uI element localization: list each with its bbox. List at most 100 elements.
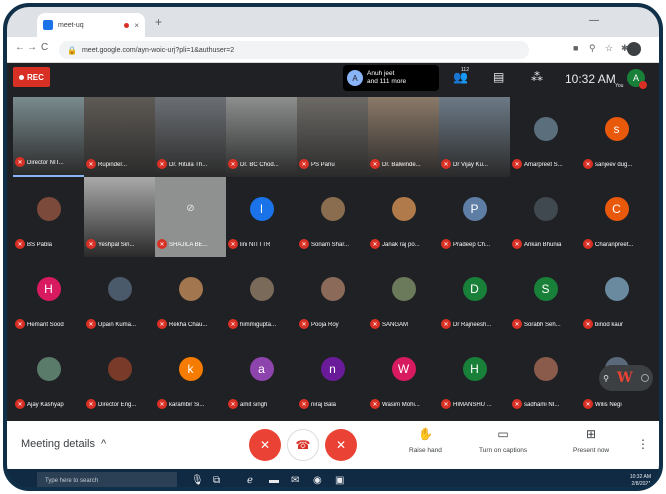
- participant-tile[interactable]: ✕ Yeshpal Sin...: [84, 177, 155, 257]
- participant-tile[interactable]: ⊘ ✕ SHAJILA BE...: [155, 177, 226, 257]
- chat-icon[interactable]: ▤: [493, 70, 504, 84]
- participant-avatar: [320, 277, 345, 301]
- activities-icon[interactable]: ⁂: [531, 70, 543, 84]
- participant-avatar: [36, 197, 61, 221]
- tray-date: 2/8/2021: [631, 481, 651, 487]
- participant-avatar: k: [178, 357, 203, 381]
- participant-tile[interactable]: ✕ Dr. BC Chod...: [226, 97, 297, 177]
- leave-call-button[interactable]: ☎: [287, 429, 319, 461]
- captions-button[interactable]: ▭ Turn on captions: [479, 427, 527, 454]
- participant-avatar: [533, 197, 558, 221]
- participant-tile[interactable]: ✕ Dr Vijay Ku...: [439, 97, 510, 177]
- more-options-button[interactable]: ⋮: [637, 437, 649, 451]
- participant-name: himmigupta...: [240, 322, 277, 328]
- participant-name: Janak raj po...: [382, 242, 420, 248]
- participant-tile[interactable]: ✕ Amarpreet S...: [510, 97, 581, 177]
- self-preview[interactable]: ⚲ W: [599, 365, 653, 391]
- system-tray[interactable]: 10:32 AM 2/8/2021: [630, 474, 651, 487]
- mic-icon[interactable]: 🎙: [191, 475, 204, 486]
- app-icon[interactable]: ▣: [335, 475, 344, 486]
- participant-tile[interactable]: ✕ Rupinder...: [84, 97, 155, 177]
- forward-button[interactable]: →: [27, 42, 37, 53]
- participant-name: SANGAM: [382, 322, 409, 328]
- participant-tile[interactable]: C ✕ Charanpreet...: [581, 177, 652, 257]
- participant-tile[interactable]: l ✕ lini NITTTR: [226, 177, 297, 257]
- file-explorer-icon[interactable]: ▬: [269, 475, 279, 486]
- muted-icon: ✕: [441, 319, 451, 329]
- participant-tile[interactable]: ✕ Ajay Kashyap: [13, 337, 84, 417]
- camera-toggle-button[interactable]: ✕: [325, 429, 357, 461]
- mail-icon[interactable]: ✉: [291, 475, 299, 486]
- captions-icon: ▭: [497, 427, 509, 441]
- participant-tile[interactable]: W ✕ Wasim Mohi...: [368, 337, 439, 417]
- hand-icon: ✋: [417, 427, 433, 441]
- edge-icon[interactable]: ℯ: [247, 475, 253, 486]
- participant-tile[interactable]: s ✕ sanjeev dug...: [581, 97, 652, 177]
- participant-avatar: [36, 357, 61, 381]
- chrome-icon[interactable]: ◉: [313, 475, 322, 486]
- participant-tile[interactable]: ✕ Ankan Bhunia: [510, 177, 581, 257]
- more-options-icon[interactable]: [640, 374, 649, 382]
- participant-tile[interactable]: k ✕ karambir Si...: [155, 337, 226, 417]
- minimize-button[interactable]: —: [589, 15, 599, 26]
- participant-tile[interactable]: P ✕ Pradeep Ch...: [439, 177, 510, 257]
- task-view-icon[interactable]: ⧉: [213, 475, 220, 486]
- participant-tile[interactable]: ✕ Sonam Shar...: [297, 177, 368, 257]
- participant-avatar: P: [462, 197, 487, 221]
- profile-avatar[interactable]: [627, 42, 641, 56]
- camera-indicator-icon[interactable]: ■: [573, 43, 578, 53]
- meeting-details-button[interactable]: Meeting details ^: [21, 438, 106, 450]
- participant-tile[interactable]: ✕ Dr. Ritula Th...: [155, 97, 226, 177]
- participant-tile[interactable]: ✕ binod kaur: [581, 257, 652, 337]
- raise-hand-button[interactable]: ✋ Raise hand: [409, 427, 442, 454]
- zoom-icon[interactable]: ⚲: [589, 43, 596, 54]
- present-now-button[interactable]: ⊞ Present now: [573, 427, 609, 454]
- taskbar-search-field[interactable]: Type here to search: [37, 472, 177, 487]
- participant-tile[interactable]: ✕ BS Pabla: [13, 177, 84, 257]
- participant-avatar: [178, 277, 203, 301]
- browser-tab[interactable]: meet-uq ×: [37, 13, 145, 37]
- participant-tile[interactable]: H ✕ Hemant Sood: [13, 257, 84, 337]
- participant-tile[interactable]: ✕ Pooja Roy: [297, 257, 368, 337]
- recording-dot-icon: [124, 22, 130, 28]
- pin-icon[interactable]: ⚲: [603, 374, 609, 383]
- back-button[interactable]: ←: [15, 42, 25, 53]
- tab-close-icon[interactable]: ×: [134, 21, 139, 30]
- muted-icon: ✕: [512, 399, 522, 409]
- participant-tile[interactable]: H ✕ HIMANSHU ...: [439, 337, 510, 417]
- participant-tile[interactable]: ✕ Upain Kuma...: [84, 257, 155, 337]
- participant-tile[interactable]: a ✕ amit singh: [226, 337, 297, 417]
- participant-tile[interactable]: ✕ Director NIT...: [13, 97, 84, 177]
- participant-tile[interactable]: ✕ PS Panu: [297, 97, 368, 177]
- participant-tile[interactable]: S ✕ Sorabh Seh...: [510, 257, 581, 337]
- participant-avatar: [391, 197, 416, 221]
- participant-tile[interactable]: ✕ Director Eng...: [84, 337, 155, 417]
- url-field[interactable]: 🔒 meet.google.com/ayn-woic-urj?pli=1&aut…: [59, 41, 529, 59]
- rec-dot-icon: [19, 74, 24, 80]
- participant-avatar: [320, 197, 345, 221]
- camera-off-icon: ✕: [335, 438, 347, 452]
- mic-toggle-button[interactable]: ✕: [249, 429, 281, 461]
- muted-icon: ✕: [228, 239, 238, 249]
- participant-tile[interactable]: n ✕ niraj Bala: [297, 337, 368, 417]
- participant-tile[interactable]: ✕ Rekha Chau...: [155, 257, 226, 337]
- participant-tile[interactable]: D ✕ Dr Rajneesh...: [439, 257, 510, 337]
- participant-tile[interactable]: ✕ Janak raj po...: [368, 177, 439, 257]
- participant-tile[interactable]: ✕ sadhami NI...: [510, 337, 581, 417]
- participant-tile[interactable]: ✕ himmigupta...: [226, 257, 297, 337]
- lock-icon: 🔒: [67, 45, 77, 55]
- join-name: Anuh jeet: [367, 70, 395, 77]
- participant-tile[interactable]: ✕ SANGAM: [368, 257, 439, 337]
- participant-avatar: a: [249, 357, 274, 381]
- meet-favicon-icon: [43, 20, 53, 30]
- participant-avatar: H: [462, 357, 487, 381]
- reload-button[interactable]: C: [41, 42, 48, 53]
- camera-off-icon: ⊘: [186, 203, 195, 214]
- address-bar: ← → C 🔒 meet.google.com/ayn-woic-urj?pli…: [7, 37, 659, 63]
- star-icon[interactable]: ☆: [605, 43, 613, 54]
- participant-tile[interactable]: ✕ Dr. Balwinde...: [368, 97, 439, 177]
- new-tab-button[interactable]: +: [155, 15, 162, 29]
- mic-off-icon: ✕: [259, 438, 271, 452]
- participant-name: sadhami NI...: [524, 402, 560, 408]
- participant-name: sanjeev dug...: [595, 162, 633, 168]
